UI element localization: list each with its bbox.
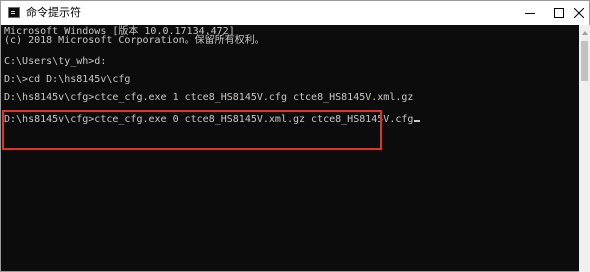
highlight-box [2,110,382,150]
close-button[interactable] [561,1,590,25]
cmd-icon [8,7,20,18]
title-bar[interactable]: 命令提示符 [1,1,589,25]
text-cursor [414,120,421,122]
scroll-up-icon[interactable] [582,31,588,35]
console-line: C:\Users\ty_wh>d: [4,56,107,67]
command-prompt-window: 命令提示符 Microsoft Windows [版本 10.0.17134.4… [0,0,590,272]
console-line: (c) 2018 Microsoft Corporation。保留所有权利。 [4,35,265,46]
minimize-icon [525,13,535,14]
window-title: 命令提示符 [26,6,81,19]
console-line: D:\hs8145v\cfg>ctce_cfg.exe 1 ctce8_HS81… [4,92,414,103]
vertical-scrollbar[interactable] [579,25,590,272]
console-line: D:\>cd D:\hs8145v\cfg [4,74,131,85]
close-icon [574,8,584,18]
scrollbar-thumb[interactable] [581,41,588,81]
